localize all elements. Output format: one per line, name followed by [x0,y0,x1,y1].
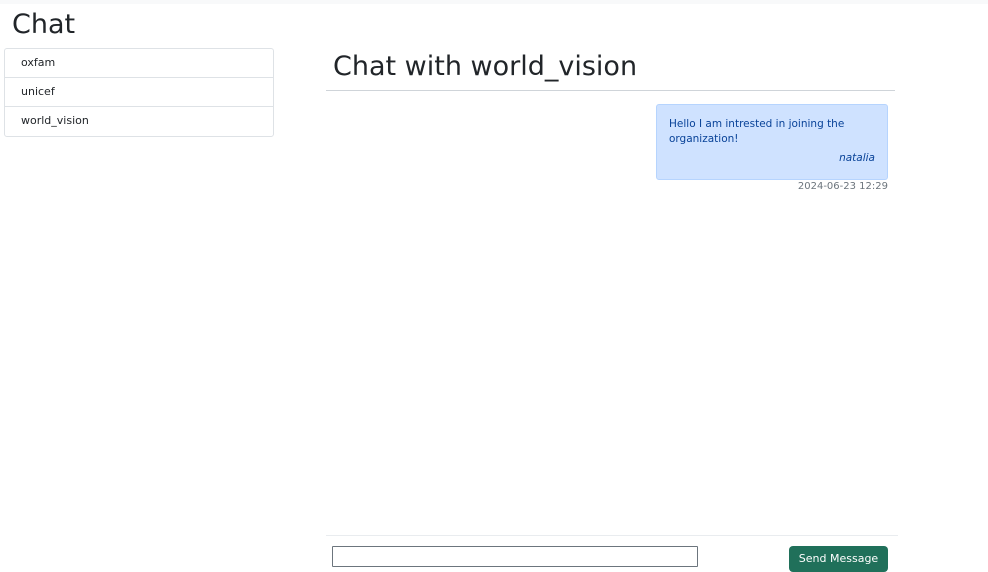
chat-panel: Chat with world_vision Hello I am intres… [326,44,898,572]
composer-divider [326,535,898,536]
contact-item-oxfam[interactable]: oxfam [5,49,273,78]
contact-item-unicef[interactable]: unicef [5,78,273,107]
message-timestamp: 2024-06-23 12:29 [797,181,888,192]
send-message-button[interactable]: Send Message [789,546,888,572]
message-sender: natalia [839,152,875,164]
message-text: Hello I am intrested in joining the orga… [669,118,845,145]
chat-title: Chat with world_vision [333,51,638,82]
top-strip [0,0,988,4]
message-bubble: Hello I am intrested in joining the orga… [656,104,888,180]
page-title: Chat [12,9,76,40]
message-input[interactable] [332,546,698,567]
contact-item-world-vision[interactable]: world_vision [5,107,273,136]
contact-list: oxfam unicef world_vision [4,48,274,137]
chat-divider [326,90,895,91]
